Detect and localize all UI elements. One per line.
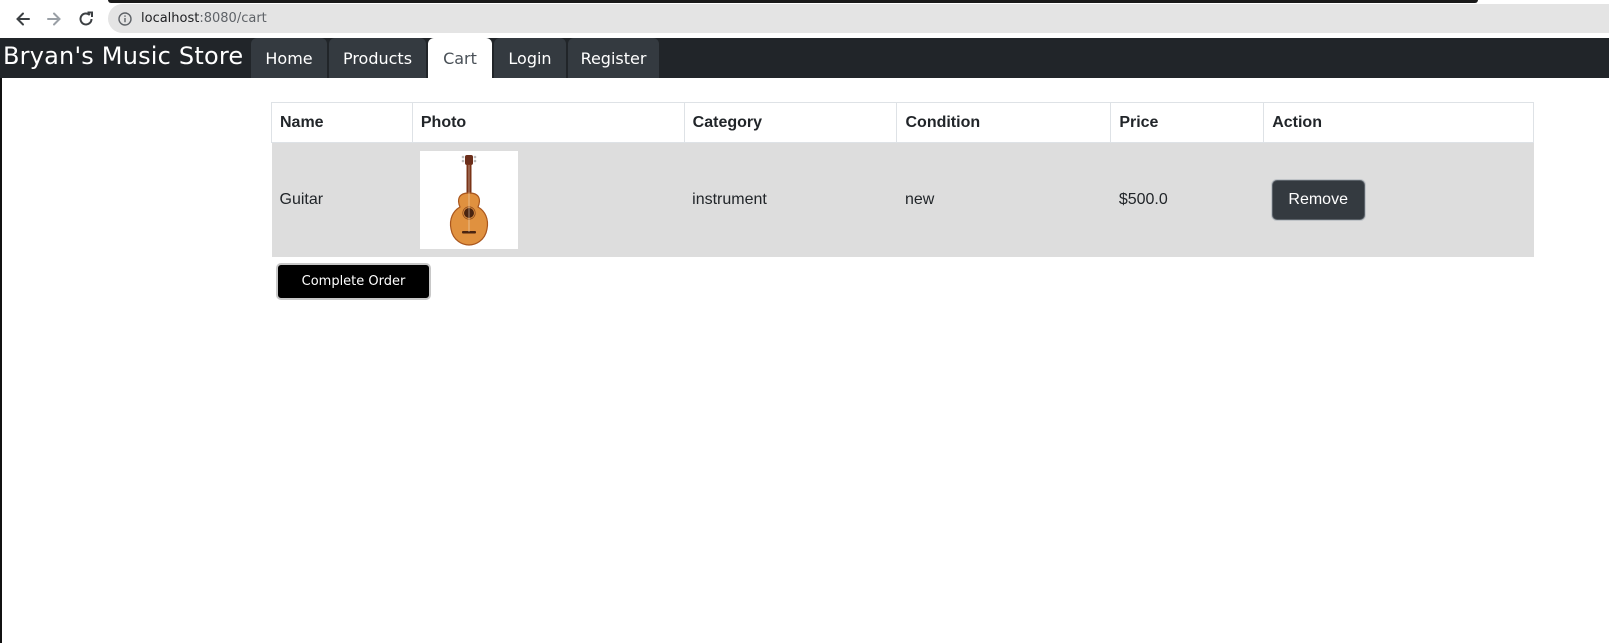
- tab-products[interactable]: Products: [329, 38, 426, 78]
- table-header-row: Name Photo Category Condition Price Acti…: [271, 102, 1534, 143]
- address-bar[interactable]: localhost:8080/cart: [108, 4, 1609, 33]
- column-header-condition: Condition: [896, 102, 1112, 143]
- forward-button[interactable]: [43, 8, 65, 30]
- column-header-price: Price: [1110, 102, 1265, 143]
- product-photo: [420, 150, 519, 249]
- tab-home[interactable]: Home: [251, 38, 327, 78]
- arrow-left-icon: [16, 12, 30, 26]
- cell-action: Remove: [1263, 142, 1534, 257]
- site-brand[interactable]: Bryan's Music Store: [3, 40, 243, 72]
- remove-button[interactable]: Remove: [1271, 179, 1365, 220]
- column-header-name: Name: [271, 102, 413, 143]
- cell-condition: new: [896, 142, 1111, 257]
- cart-table: Name Photo Category Condition Price Acti…: [271, 102, 1534, 257]
- reload-button[interactable]: [75, 8, 97, 30]
- nav-tabs: Home Products Cart Login Register: [251, 38, 661, 78]
- cell-category: instrument: [684, 142, 897, 257]
- acoustic-guitar-image: [450, 154, 489, 246]
- tab-strip-edge: [108, 0, 1478, 3]
- tab-register[interactable]: Register: [568, 38, 659, 78]
- reload-icon: [79, 11, 93, 26]
- complete-order-button[interactable]: Complete Order: [276, 263, 431, 300]
- cell-price: $500.0: [1110, 142, 1264, 257]
- tab-cart[interactable]: Cart: [428, 38, 492, 78]
- table-row: Guitar instrument new $500.0 Remove: [271, 142, 1534, 257]
- url-text: localhost:8080/cart: [141, 11, 267, 26]
- back-button[interactable]: [12, 8, 34, 30]
- column-header-action: Action: [1263, 102, 1534, 143]
- column-header-category: Category: [683, 102, 898, 143]
- site-navbar: Bryan's Music Store Home Products Cart L…: [0, 38, 1609, 78]
- browser-toolbar: localhost:8080/cart: [0, 0, 1609, 38]
- tab-login[interactable]: Login: [494, 38, 566, 78]
- cell-name: Guitar: [271, 142, 413, 257]
- viewport-edge: [0, 38, 2, 643]
- info-icon[interactable]: [118, 11, 132, 26]
- arrow-right-icon: [47, 12, 61, 26]
- cell-photo: [412, 142, 685, 257]
- column-header-photo: Photo: [411, 102, 685, 143]
- url-host: localhost: [141, 11, 200, 26]
- url-path: :8080/cart: [199, 11, 267, 26]
